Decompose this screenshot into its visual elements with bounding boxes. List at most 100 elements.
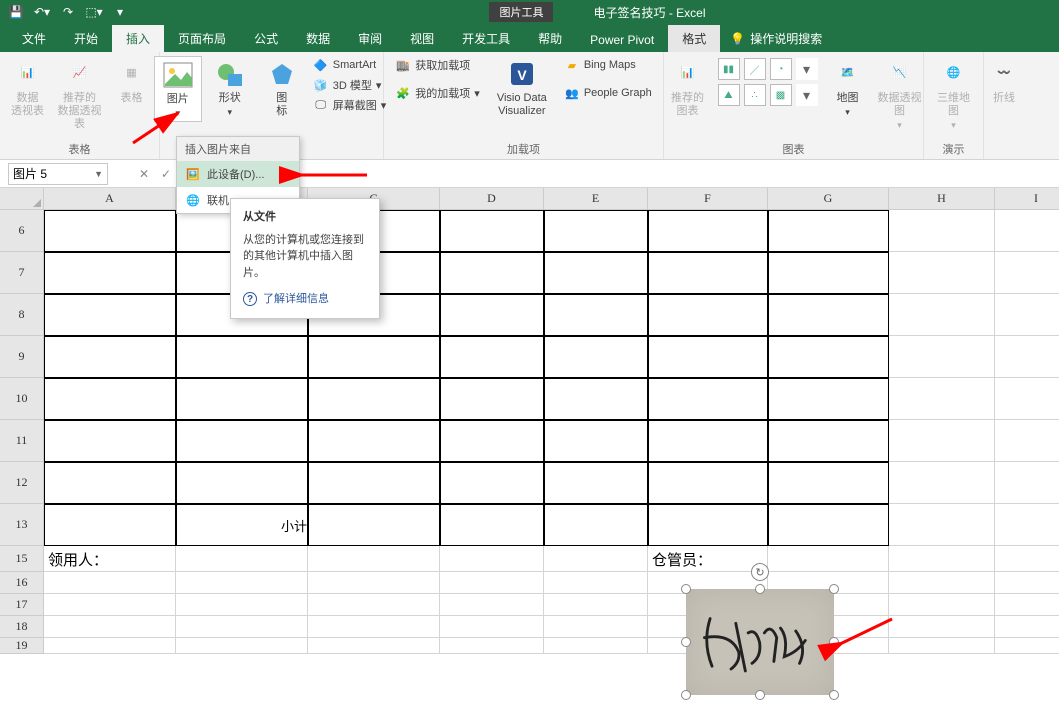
grid-cell[interactable]: [544, 594, 648, 616]
table-cell[interactable]: [440, 420, 544, 462]
grid-cell[interactable]: [889, 420, 995, 462]
grid-cell[interactable]: [995, 616, 1059, 638]
tab-help[interactable]: 帮助: [524, 25, 576, 52]
smartart-button[interactable]: 🔷SmartArt: [310, 56, 390, 74]
select-all-button[interactable]: [0, 188, 44, 210]
row-header-9[interactable]: 9: [0, 336, 44, 378]
chart-column-icon[interactable]: ▮▮: [718, 58, 740, 80]
pivotchart-button[interactable]: 📉 数据透视图▾: [876, 56, 924, 133]
table-cell[interactable]: [768, 462, 889, 504]
save-icon[interactable]: 💾: [6, 2, 26, 22]
grid-cell[interactable]: [889, 210, 995, 252]
row-header-12[interactable]: 12: [0, 462, 44, 504]
grid-cell[interactable]: [44, 594, 176, 616]
my-addins-button[interactable]: 🧩我的加载项 ▾: [392, 84, 483, 102]
table-cell[interactable]: [544, 378, 648, 420]
tab-page-layout[interactable]: 页面布局: [164, 25, 240, 52]
this-device-item[interactable]: 🖼️ 此设备(D)...: [177, 161, 299, 187]
grid-cell[interactable]: [889, 252, 995, 294]
maps-button[interactable]: 🗺️ 地图▾: [824, 56, 872, 120]
grid-cell[interactable]: [440, 572, 544, 594]
grid-cell[interactable]: [995, 546, 1059, 572]
table-cell[interactable]: [648, 504, 768, 546]
table-cell[interactable]: [44, 294, 176, 336]
table-cell[interactable]: [768, 210, 889, 252]
table-cell[interactable]: [44, 378, 176, 420]
grid-cell[interactable]: [889, 294, 995, 336]
table-cell[interactable]: [544, 294, 648, 336]
grid-cell[interactable]: [995, 336, 1059, 378]
shapes-button[interactable]: 形状▾: [206, 56, 254, 120]
column-header-F[interactable]: F: [648, 188, 768, 210]
resize-handle[interactable]: [829, 690, 839, 700]
resize-handle[interactable]: [755, 690, 765, 700]
grid-cell[interactable]: [889, 504, 995, 546]
grid-cell[interactable]: [995, 210, 1059, 252]
grid-cell[interactable]: [889, 594, 995, 616]
table-cell[interactable]: [440, 378, 544, 420]
table-cell[interactable]: [176, 462, 308, 504]
chart-scatter-icon[interactable]: ∴: [744, 84, 766, 106]
table-cell[interactable]: [176, 378, 308, 420]
table-cell[interactable]: [648, 462, 768, 504]
column-header-I[interactable]: I: [995, 188, 1059, 210]
warehouse-label-cell[interactable]: 仓管员：: [648, 546, 768, 572]
screenshot-button[interactable]: 🖵屏幕截图 ▾: [310, 96, 390, 114]
table-cell[interactable]: [648, 252, 768, 294]
row-header-16[interactable]: 16: [0, 572, 44, 594]
table-cell[interactable]: [544, 210, 648, 252]
recommended-charts-button[interactable]: 📊 推荐的 图表: [664, 56, 712, 120]
grid-cell[interactable]: [176, 638, 308, 654]
chart-type-gallery[interactable]: ▮▮ ／ ◔ ▾ ⛰ ∴ ▩ ▾: [716, 56, 820, 108]
grid-cell[interactable]: [44, 616, 176, 638]
grid-cell[interactable]: [889, 378, 995, 420]
chart-line-icon[interactable]: ／: [744, 58, 766, 80]
resize-handle[interactable]: [755, 584, 765, 594]
undo-icon[interactable]: ↶▾: [32, 2, 52, 22]
table-cell[interactable]: [768, 294, 889, 336]
grid-cell[interactable]: [995, 594, 1059, 616]
table-cell[interactable]: [176, 336, 308, 378]
grid-cell[interactable]: [995, 378, 1059, 420]
table-cell[interactable]: [768, 336, 889, 378]
bing-maps-button[interactable]: ▰Bing Maps: [561, 56, 655, 74]
grid-cell[interactable]: [995, 294, 1059, 336]
grid-cell[interactable]: [308, 638, 440, 654]
rotate-handle[interactable]: [751, 563, 769, 581]
row-header-15[interactable]: 15: [0, 546, 44, 572]
cancel-formula-icon[interactable]: ✕: [134, 164, 154, 184]
grid-cell[interactable]: [544, 546, 648, 572]
pivottable-button[interactable]: 📊 数据 透视表: [4, 56, 52, 120]
grid-cell[interactable]: [440, 594, 544, 616]
table-cell[interactable]: [308, 378, 440, 420]
grid-cell[interactable]: [768, 546, 889, 572]
grid-cell[interactable]: [889, 572, 995, 594]
3dmap-button[interactable]: 🌐 三维地 图▾: [930, 56, 978, 133]
table-cell[interactable]: [648, 336, 768, 378]
column-header-A[interactable]: A: [44, 188, 176, 210]
grid-cell[interactable]: [889, 546, 995, 572]
table-cell[interactable]: [440, 252, 544, 294]
grid-cell[interactable]: [995, 462, 1059, 504]
table-cell[interactable]: [440, 210, 544, 252]
grid-cell[interactable]: [889, 638, 995, 654]
grid-cell[interactable]: [889, 462, 995, 504]
table-cell[interactable]: [44, 462, 176, 504]
table-cell[interactable]: [544, 462, 648, 504]
row-header-7[interactable]: 7: [0, 252, 44, 294]
table-cell[interactable]: [44, 336, 176, 378]
tab-data[interactable]: 数据: [292, 25, 344, 52]
tab-view[interactable]: 视图: [396, 25, 448, 52]
table-cell[interactable]: [44, 420, 176, 462]
recommended-pivot-button[interactable]: 📈 推荐的 数据透视表: [56, 56, 104, 134]
tab-review[interactable]: 审阅: [344, 25, 396, 52]
grid-cell[interactable]: [544, 572, 648, 594]
icons-button[interactable]: 图 标: [258, 56, 306, 120]
table-cell[interactable]: [648, 378, 768, 420]
people-graph-button[interactable]: 👥People Graph: [561, 84, 655, 102]
table-cell[interactable]: [768, 504, 889, 546]
signature-image[interactable]: [686, 589, 834, 695]
chevron-down-icon[interactable]: ▼: [94, 169, 103, 179]
qat-dropdown-icon[interactable]: ▾: [110, 2, 130, 22]
table-cell[interactable]: [44, 210, 176, 252]
